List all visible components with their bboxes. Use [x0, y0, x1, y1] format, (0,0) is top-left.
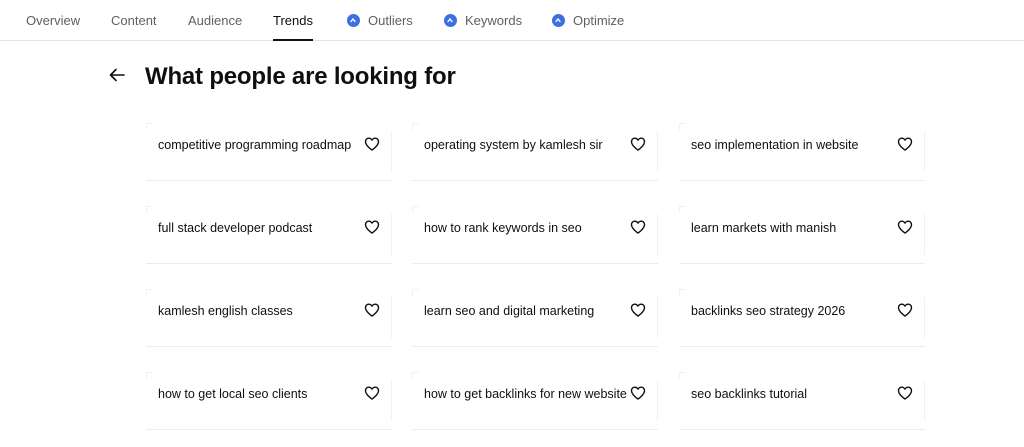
search-suggestion-card[interactable]: kamlesh english classes	[146, 289, 392, 347]
extension-badge-icon	[347, 14, 360, 27]
page-title: What people are looking for	[145, 63, 456, 90]
heart-icon[interactable]	[364, 302, 380, 318]
heart-icon[interactable]	[364, 136, 380, 152]
suggestion-text: backlinks seo strategy 2026	[691, 304, 846, 318]
tab-trends[interactable]: Trends	[273, 0, 313, 41]
suggestion-text: seo backlinks tutorial	[691, 387, 808, 401]
tab-label: Optimize	[573, 13, 625, 28]
search-suggestion-card[interactable]: how to get backlinks for new website	[412, 372, 658, 430]
search-suggestion-card[interactable]: operating system by kamlesh sir	[412, 123, 658, 181]
heart-icon[interactable]	[630, 385, 646, 401]
heart-icon[interactable]	[364, 385, 380, 401]
suggestion-text: learn markets with manish	[691, 221, 837, 235]
search-suggestion-card[interactable]: seo implementation in website	[679, 123, 925, 181]
search-suggestion-card[interactable]: full stack developer podcast	[146, 206, 392, 264]
suggestion-text: operating system by kamlesh sir	[424, 138, 603, 152]
search-suggestion-card[interactable]: seo backlinks tutorial	[679, 372, 925, 430]
heart-icon[interactable]	[897, 302, 913, 318]
heart-icon[interactable]	[897, 219, 913, 235]
suggestion-text: learn seo and digital marketing	[424, 304, 595, 318]
heart-icon[interactable]	[630, 302, 646, 318]
suggestion-text: seo implementation in website	[691, 138, 859, 152]
search-suggestion-card[interactable]: backlinks seo strategy 2026	[679, 289, 925, 347]
tab-content[interactable]: Content	[111, 0, 157, 41]
search-suggestion-card[interactable]: how to get local seo clients	[146, 372, 392, 430]
heart-icon[interactable]	[630, 136, 646, 152]
analytics-tabs: Overview Content Audience Trends Outlier…	[0, 0, 1024, 41]
tab-optimize[interactable]: Optimize	[552, 0, 624, 41]
tab-label: Trends	[273, 13, 313, 28]
tab-label: Audience	[188, 13, 243, 28]
extension-badge-icon	[552, 14, 565, 27]
search-suggestion-card[interactable]: learn seo and digital marketing	[412, 289, 658, 347]
extension-badge-icon	[444, 14, 457, 27]
suggestion-text: kamlesh english classes	[158, 304, 293, 318]
tab-outliers[interactable]: Outliers	[347, 0, 413, 41]
tab-label: Content	[111, 13, 157, 28]
heart-icon[interactable]	[630, 219, 646, 235]
suggestion-text: competitive programming roadmap	[158, 138, 352, 152]
suggestion-text: how to rank keywords in seo	[424, 221, 582, 235]
heart-icon[interactable]	[897, 385, 913, 401]
heart-icon[interactable]	[364, 219, 380, 235]
suggestion-text: full stack developer podcast	[158, 221, 313, 235]
search-suggestion-card[interactable]: how to rank keywords in seo	[412, 206, 658, 264]
tab-audience[interactable]: Audience	[188, 0, 242, 41]
heart-icon[interactable]	[897, 136, 913, 152]
suggestion-text: how to get local seo clients	[158, 387, 308, 401]
tab-label: Keywords	[465, 13, 523, 28]
tab-keywords[interactable]: Keywords	[444, 0, 522, 41]
tab-label: Outliers	[368, 13, 413, 28]
tab-overview[interactable]: Overview	[26, 0, 80, 41]
search-suggestion-card[interactable]: competitive programming roadmap	[146, 123, 392, 181]
back-arrow-icon[interactable]	[106, 64, 128, 86]
tab-label: Overview	[26, 13, 81, 28]
search-suggestion-card[interactable]: learn markets with manish	[679, 206, 925, 264]
suggestion-text: how to get backlinks for new website	[424, 387, 627, 401]
